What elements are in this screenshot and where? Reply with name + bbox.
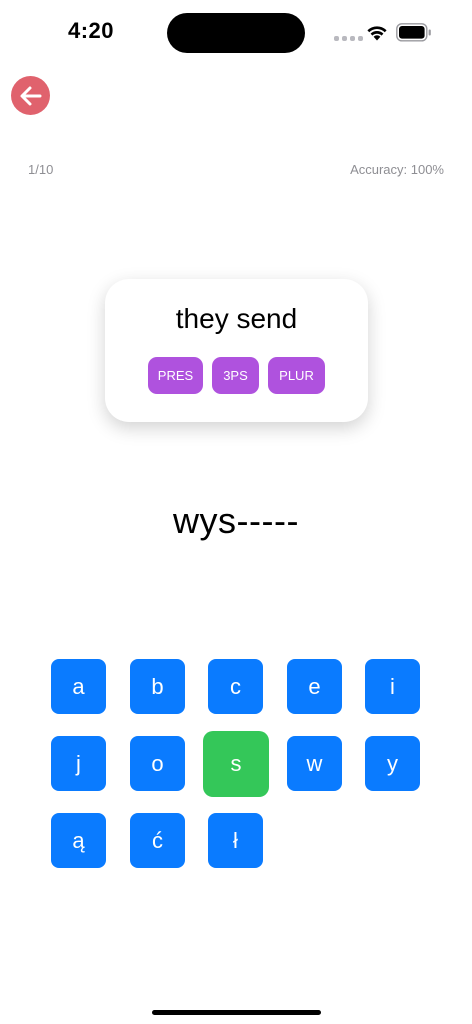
key-y[interactable]: y (365, 736, 420, 791)
progress-counter: 1/10 (28, 162, 54, 177)
tag-plur: PLUR (268, 357, 325, 394)
arrow-left-icon (20, 86, 41, 105)
battery-icon (396, 23, 431, 42)
back-button[interactable] (11, 76, 50, 115)
home-indicator[interactable] (152, 1010, 321, 1015)
key-w[interactable]: w (287, 736, 342, 791)
key-s-selected[interactable]: s (203, 731, 269, 797)
dynamic-island (167, 13, 305, 53)
status-bar: 4:20 (0, 0, 472, 64)
wifi-icon (367, 26, 387, 41)
key-c-acute[interactable]: ć (130, 813, 185, 868)
tag-pres: PRES (148, 357, 203, 394)
key-a[interactable]: a (51, 659, 106, 714)
signal-dots-icon (334, 36, 363, 41)
grammar-tags: PRES 3PS PLUR (105, 357, 368, 394)
key-l-stroke[interactable]: ł (208, 813, 263, 868)
status-time: 4:20 (68, 18, 115, 43)
key-i[interactable]: i (365, 659, 420, 714)
key-o[interactable]: o (130, 736, 185, 791)
key-c[interactable]: c (208, 659, 263, 714)
key-a-ogonek[interactable]: ą (51, 813, 106, 868)
prompt-card: they send PRES 3PS PLUR (105, 279, 368, 422)
key-e[interactable]: e (287, 659, 342, 714)
prompt-text: they send (175, 303, 298, 334)
tag-3ps: 3PS (212, 357, 259, 394)
key-j[interactable]: j (51, 736, 106, 791)
accuracy-label: Accuracy: 100% (350, 162, 444, 177)
answer-display: wys----- (173, 500, 299, 541)
key-b[interactable]: b (130, 659, 185, 714)
